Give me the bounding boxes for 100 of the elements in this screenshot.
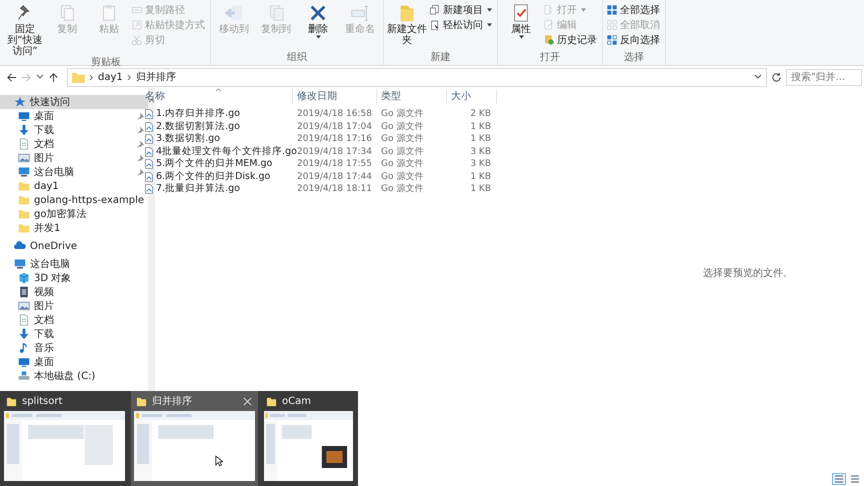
navigation-item[interactable]: day1	[0, 179, 148, 193]
cloud-icon	[14, 240, 26, 252]
back-icon[interactable]	[6, 72, 17, 82]
file-name[interactable]: 4批量处理文件每个文件排序.go	[156, 146, 297, 158]
up-arrow-icon[interactable]	[48, 72, 59, 82]
navigation-item[interactable]: golang-https-example	[0, 193, 148, 207]
table-cell-text: 1 KB	[469, 183, 492, 196]
table-cell-text: Go 源文件	[380, 133, 424, 146]
scissors-icon	[131, 34, 143, 46]
table-cell-text: 2019/4/18 17:04	[296, 120, 373, 133]
file-name[interactable]: 2.数据切割算法.go	[156, 120, 240, 133]
table-cell-text: Go 源文件	[380, 146, 424, 158]
file-name[interactable]: 6.两个文件的归并Disk.go	[156, 170, 270, 183]
navigation-item[interactable]: 图片	[0, 151, 148, 165]
window-preview[interactable]: oCam	[261, 391, 356, 486]
address-bar[interactable]: day1 归并排序	[67, 68, 767, 86]
computer-icon	[14, 258, 26, 270]
desktop-icon	[18, 356, 30, 368]
ribbon-button[interactable]: 新建文件夹	[387, 2, 427, 52]
navigation-item[interactable]: 这台电脑	[0, 165, 148, 179]
folder-icon	[18, 180, 30, 192]
navigation-item[interactable]: 音乐	[0, 341, 148, 355]
move-icon	[224, 3, 244, 23]
navigation-item[interactable]: 这台电脑	[0, 257, 148, 271]
group-label: 选择	[623, 52, 645, 65]
group-label: 打开	[539, 52, 561, 65]
file-name[interactable]: 1.内存归并排序.go	[156, 108, 240, 120]
properties-icon	[511, 3, 531, 23]
navigation-item[interactable]: 并发1	[0, 221, 148, 235]
column-header[interactable]: 修改日期	[293, 89, 377, 104]
table-cell-text: 1 KB	[469, 133, 492, 146]
navigation-item[interactable]: 图片	[0, 299, 148, 313]
navigation-item[interactable]: go加密算法	[0, 207, 148, 221]
chevron-down-icon[interactable]	[754, 74, 762, 80]
window-preview[interactable]: splitsort	[1, 391, 128, 486]
ribbon-button[interactable]: 全部选择	[606, 2, 662, 17]
table-cell-text: 2019/4/18 17:16	[296, 133, 373, 146]
navigation-item[interactable]: 桌面	[0, 355, 148, 369]
navigation-item[interactable]: 3D 对象	[0, 271, 148, 285]
preview-message: 选择要预览的文件。	[703, 266, 793, 280]
table-cell-text: 2019/4/18 18:11	[296, 183, 373, 196]
ribbon-button[interactable]: 固定到“快速访问”	[5, 2, 45, 57]
window-title: 归并排序	[152, 394, 193, 408]
select-all-icon	[606, 4, 618, 16]
file-name[interactable]: 5.两个文件的归并MEM.go	[156, 158, 272, 170]
file-name[interactable]: 7.批量归并算法.go	[156, 183, 240, 196]
ribbon-button[interactable]: 历史记录	[543, 32, 599, 47]
download-icon	[18, 124, 30, 136]
navigation-item[interactable]: 文档	[0, 137, 148, 151]
file-name[interactable]: 3.数据切割.go	[156, 133, 220, 146]
details-view-icon[interactable]	[832, 473, 846, 485]
navigation-item[interactable]: 视频	[0, 285, 148, 299]
navigation-item[interactable]: 下载	[0, 327, 148, 341]
table-cell-text: Go 源文件	[380, 108, 424, 120]
close-icon[interactable]	[243, 396, 252, 406]
ribbon-button[interactable]: 反向选择	[606, 32, 662, 47]
table-cell-text: Go 源文件	[380, 158, 424, 170]
document-icon	[18, 138, 30, 150]
chevron-down-icon[interactable]	[36, 74, 44, 80]
document-icon	[18, 314, 30, 326]
table-cell-text: 1 KB	[469, 170, 492, 183]
table-cell-text: Go 源文件	[380, 120, 424, 133]
sort-caret-icon	[215, 88, 222, 92]
table-cell-text: 2019/4/18 17:44	[296, 170, 373, 183]
navigation-item[interactable]: 本地磁盘 (C:)	[0, 369, 148, 383]
easy-access-icon	[429, 18, 441, 30]
ribbon-button[interactable]: 轻松访问	[429, 17, 494, 32]
ribbon-button[interactable]: 属性	[501, 2, 541, 52]
column-header[interactable]: 大小	[447, 89, 497, 104]
column-header[interactable]: 类型	[377, 89, 447, 104]
folder-icon	[6, 396, 17, 406]
window-title: oCam	[282, 396, 312, 406]
go-file-icon	[145, 172, 153, 182]
breadcrumb[interactable]: day1	[98, 72, 123, 82]
ribbon-button[interactable]: 删除	[298, 2, 338, 52]
navigation-item[interactable]: 文档	[0, 313, 148, 327]
picture-frame-icon	[18, 152, 30, 164]
group-label: 组织	[286, 52, 308, 65]
column-header[interactable]: 名称	[141, 89, 293, 104]
invert-selection-icon	[606, 34, 618, 46]
table-cell-text: 2 KB	[469, 108, 492, 120]
ribbon-button[interactable]: 新建项目	[429, 2, 494, 17]
search-field[interactable]: 搜索"归并...	[786, 68, 862, 86]
window-preview[interactable]: 归并排序	[131, 391, 258, 486]
navigation-item[interactable]: 下载	[0, 123, 148, 137]
cube-icon	[18, 272, 30, 284]
go-file-icon	[145, 146, 153, 157]
chevron-right-icon	[126, 74, 132, 80]
folder-icon	[72, 72, 85, 82]
table-cell-text: Go 源文件	[380, 170, 424, 183]
refresh-icon[interactable]	[771, 72, 782, 82]
new-item-icon	[429, 4, 441, 16]
music-note-icon	[18, 342, 30, 354]
breadcrumb[interactable]: 归并排序	[136, 70, 176, 84]
shortcut-icon	[131, 18, 143, 30]
navigation-item[interactable]: OneDrive	[0, 239, 148, 253]
navigation-item[interactable]: 桌面	[0, 109, 148, 123]
download-icon	[18, 328, 30, 340]
delete-icon	[308, 3, 328, 23]
select-none-icon	[606, 18, 618, 30]
